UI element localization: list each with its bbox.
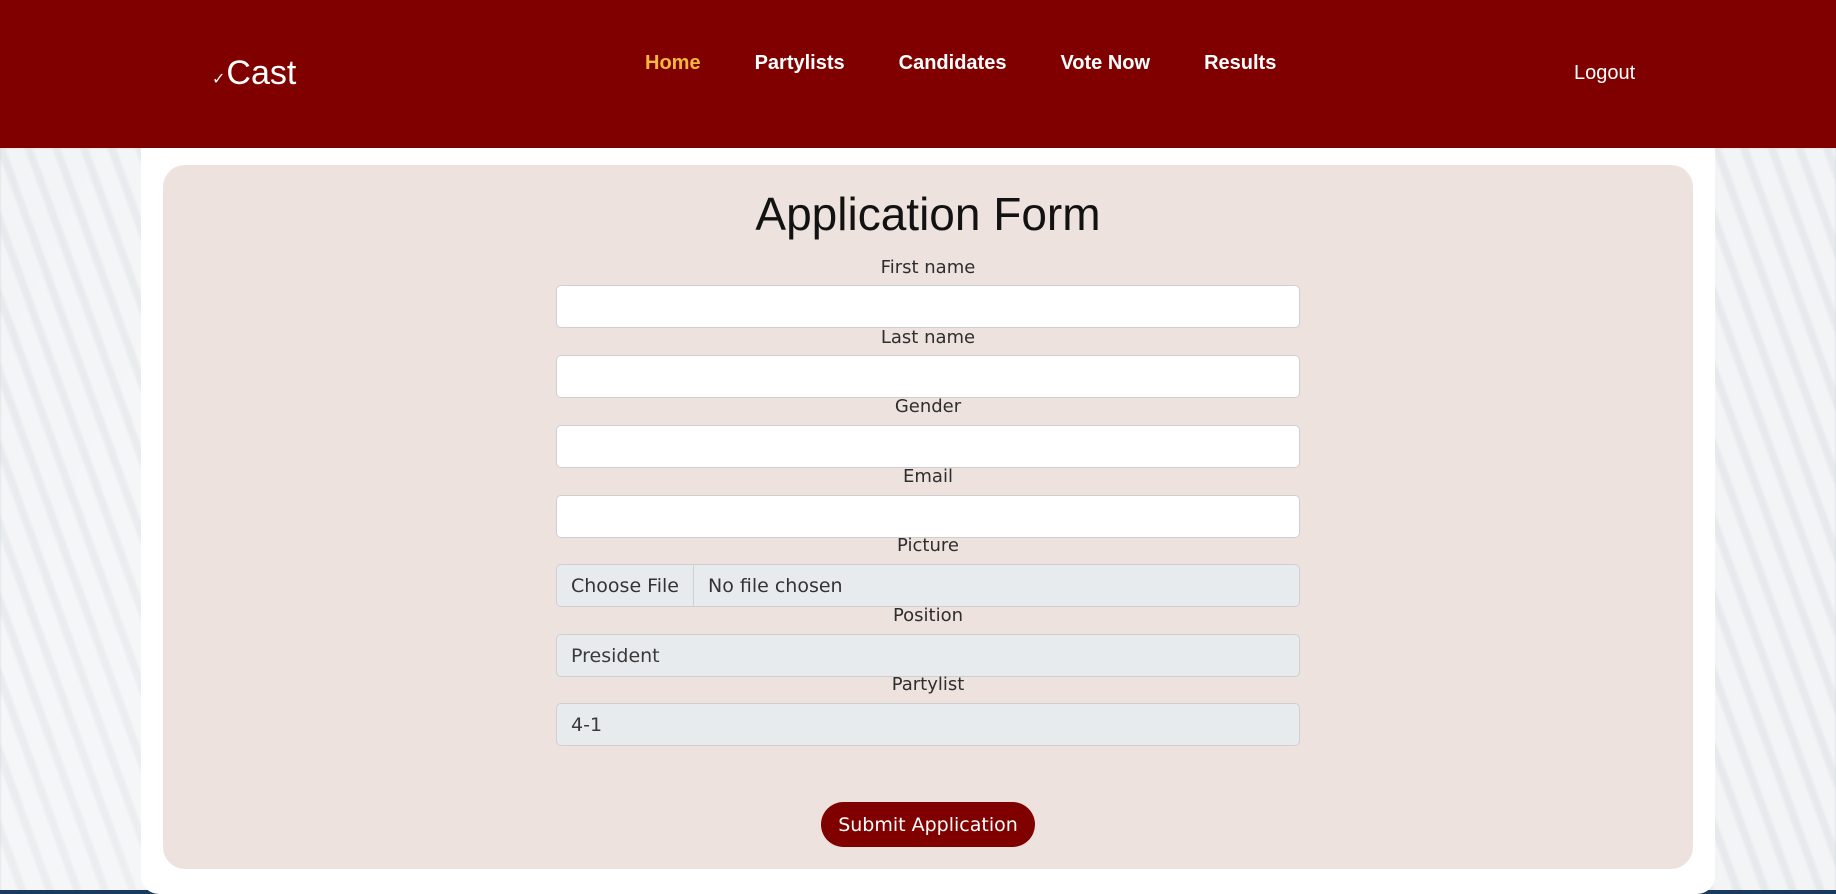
position-label: Position [892,605,964,626]
last-name-input[interactable] [556,355,1300,398]
first-name-input[interactable] [556,285,1300,328]
nav-vote-now[interactable]: Vote Now [1060,52,1150,75]
first-name-label: First name [880,257,976,278]
nav-candidates[interactable]: Candidates [899,52,1007,75]
form-title: Application Form [755,188,1101,240]
logo[interactable]: ✓ Cast [212,54,296,93]
logo-text: Cast [226,54,297,92]
nav-home[interactable]: Home [645,52,701,75]
ballot-check-icon: ✓ [212,71,226,88]
navbar: ✓ Cast Home Partylists Candidates Vote N… [0,0,1836,148]
nav-links: Home Partylists Candidates Vote Now Resu… [645,52,1330,75]
choose-file-button[interactable]: Choose File [571,565,694,606]
file-status: No file chosen [707,574,843,597]
gender-label: Gender [894,396,962,417]
application-form: Application Form First name Last name Ge… [163,165,1693,869]
nav-results[interactable]: Results [1204,52,1276,75]
logout-link[interactable]: Logout [1574,62,1635,85]
nav-partylists[interactable]: Partylists [755,52,845,75]
submit-application-button[interactable]: Submit Application [821,802,1035,847]
partylist-input[interactable]: 4-1 [556,703,1300,746]
email-label: Email [903,466,953,487]
position-input[interactable]: President [556,634,1300,677]
partylist-label: Partylist [891,674,965,695]
gender-input[interactable] [556,425,1300,468]
email-input[interactable] [556,495,1300,538]
last-name-label: Last name [880,327,976,348]
picture-label: Picture [897,535,959,556]
picture-file-input[interactable]: Choose File No file chosen [556,564,1300,607]
